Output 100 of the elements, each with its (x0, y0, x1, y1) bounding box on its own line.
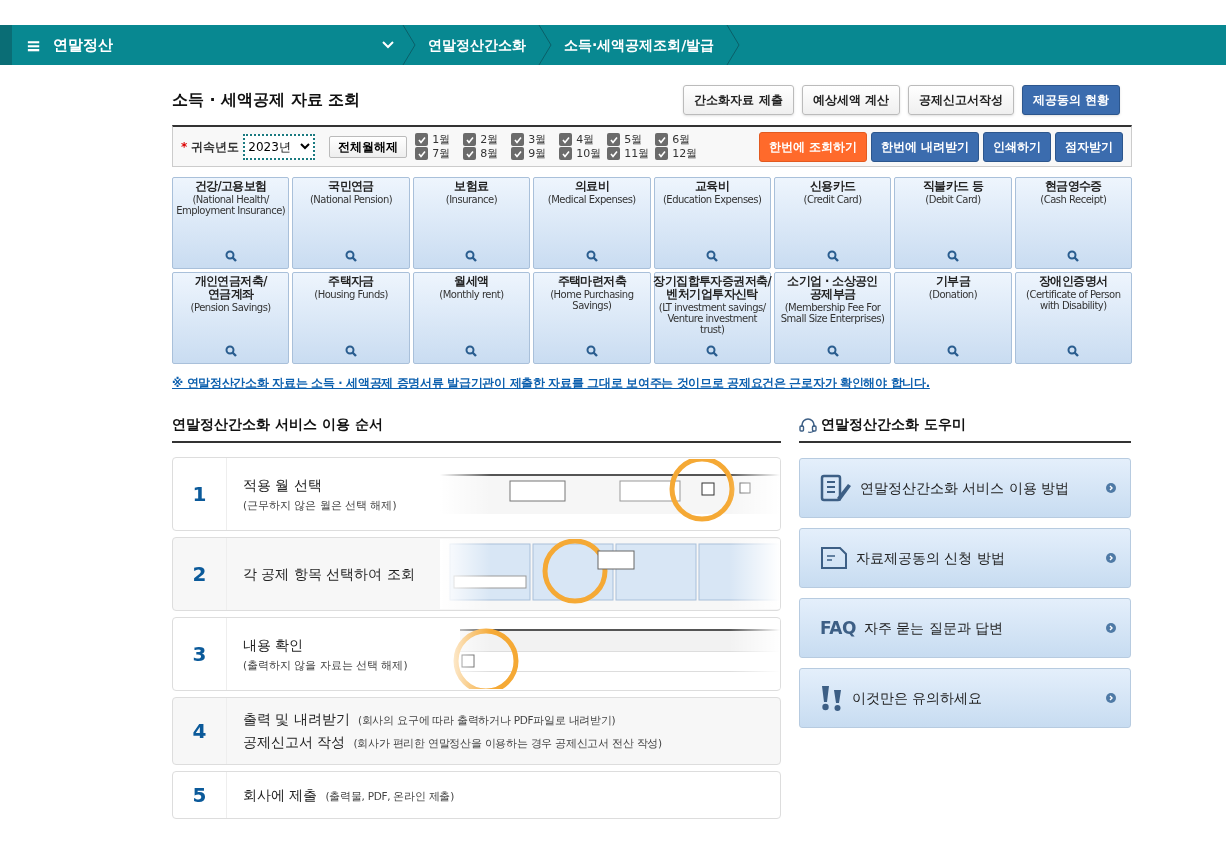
step-title: 출력 및 내려받기 (243, 710, 350, 730)
month-label: 2월 (480, 134, 499, 145)
required-mark: * (181, 138, 188, 156)
step-title: 각 공제 항목 선택하여 조회 (243, 564, 415, 584)
category-tile[interactable]: 현금영수증 (Cash Receipt) (1014, 177, 1132, 269)
breadcrumb-link[interactable]: 소득·세액공제조회/발급 (552, 34, 727, 56)
step-note: (회사가 편리한 연말정산을 이용하는 경우 공제신고서 전산 작성) (353, 736, 662, 752)
document-icon (820, 546, 848, 571)
action-button[interactable]: 예상세액 계산 (801, 85, 900, 115)
search-icon (946, 345, 959, 357)
search-icon (465, 250, 478, 262)
search-icon (826, 345, 839, 357)
help-button[interactable]: 이것만은 유의하세요 (799, 668, 1131, 729)
action-button[interactable]: 한번에 내려받기 (870, 131, 979, 162)
step-number: 3 (173, 618, 227, 691)
action-button[interactable]: 점자받기 (1055, 131, 1123, 162)
checkbox[interactable] (655, 147, 669, 160)
category-tile[interactable]: 소기업 · 소상공인 공제부금 (Membership Fee For Small Size Enterprises) (773, 272, 892, 364)
category-tile[interactable]: 보험료 (Insurance) (412, 177, 531, 269)
checkbox[interactable] (415, 147, 429, 160)
chevron-down-icon[interactable] (382, 41, 394, 49)
month-label: 7월 (432, 148, 451, 159)
step-number: 2 (173, 538, 227, 611)
category-tile[interactable]: 월세액 (Monthly rent) (412, 272, 531, 364)
month-label: 11월 (624, 148, 650, 159)
help-button[interactable]: 연말정산간소화 서비스 이용 방법 (799, 458, 1131, 519)
category-tile[interactable]: 국민연금 (National Pension) (292, 177, 410, 269)
checkbox[interactable] (463, 133, 477, 146)
category-tile[interactable]: 건강/고용보험 (National Health/ Employment Insurance) (172, 177, 290, 269)
checkbox[interactable] (463, 147, 477, 160)
month-label: 10월 (576, 148, 602, 159)
month-label: 3월 (528, 134, 547, 145)
category-tile[interactable]: 개인연금저축/ 연금계좌 (Pension Savings) (172, 272, 290, 364)
step-title: 공제신고서 작성 (243, 733, 346, 753)
search-icon (585, 345, 598, 357)
checkbox[interactable] (607, 133, 621, 146)
step-number: 4 (173, 698, 227, 765)
help-button[interactable]: FAQ 자주 묻는 질문과 답변 (799, 598, 1131, 659)
year-label: 귀속년도 (191, 138, 240, 156)
clear-months-button[interactable]: 전체월해제 (329, 135, 408, 158)
search-icon (1067, 250, 1080, 262)
arrow-icon (1106, 623, 1116, 634)
arrow-icon (1106, 693, 1116, 704)
search-icon (345, 250, 358, 262)
category-tile[interactable]: 의료비 (Medical Expenses) (533, 177, 651, 269)
action-button[interactable]: 간소화자료 제출 (683, 85, 794, 115)
checkbox[interactable] (415, 133, 429, 146)
nav-title[interactable]: 연말정산 (53, 33, 382, 57)
step-note: (회사의 요구에 따라 출력하거나 PDF파일로 내려받기) (357, 713, 616, 729)
search-icon (1067, 345, 1080, 357)
search-icon (224, 250, 237, 262)
category-tile[interactable]: 교육비 (Education Expenses) (653, 177, 771, 269)
page-title: 소득 · 세액공제 자료 조회 (172, 89, 361, 111)
document-pencil-icon (820, 474, 852, 503)
headset-icon (799, 416, 817, 433)
search-icon (465, 345, 478, 357)
checkbox[interactable] (511, 147, 525, 160)
step-number: 5 (173, 772, 227, 819)
checkbox[interactable] (655, 133, 669, 146)
category-tile[interactable]: 장기집합투자증권저축/ 벤처기업투자신탁 (LT investment savings/ Venture investment trust) (653, 272, 771, 364)
search-icon (946, 250, 959, 262)
arrow-icon (1106, 483, 1116, 494)
year-select[interactable]: 2023년 (243, 133, 316, 160)
month-label: 9월 (528, 148, 547, 159)
category-tile[interactable]: 주택자금 (Housing Funds) (292, 272, 410, 364)
faq-label: FAQ (820, 616, 856, 640)
action-button[interactable]: 인쇄하기 (983, 131, 1051, 162)
category-tile[interactable]: 기부금 (Donation) (894, 272, 1012, 364)
notice-link[interactable]: ※ 연말정산간소화 자료는 소득 · 세액공제 증명서류 발급기관이 제출한 자료를 그대로 보여주는 것이므로 공제요건은 근로자가 확인해야 합니다. (172, 375, 1132, 393)
category-tile[interactable]: 주택마련저축 (Home Purchasing Savings) (533, 272, 651, 364)
search-icon (585, 250, 598, 262)
checkbox[interactable] (511, 133, 525, 146)
step-title: 회사에 제출 (243, 785, 318, 805)
menu-icon[interactable]: ≡ (26, 31, 42, 59)
chevron-icon (726, 25, 741, 65)
step-note: (근무하지 않은 월은 선택 해제) (243, 497, 398, 513)
month-label: 8월 (480, 148, 499, 159)
help-button[interactable]: 자료제공동의 신청 방법 (799, 528, 1131, 589)
section-title: 연말정산간소화 서비스 이용 순서 (172, 414, 781, 444)
category-tile[interactable]: 신용카드 (Credit Card) (773, 177, 892, 269)
search-icon (345, 345, 358, 357)
chevron-icon (538, 25, 552, 65)
month-label: 12월 (672, 148, 698, 159)
search-icon (706, 345, 719, 357)
exclamation-icon (820, 684, 844, 713)
arrow-icon (1106, 553, 1116, 564)
step-note: (출력하지 않을 자료는 선택 해제) (243, 657, 409, 673)
checkbox[interactable] (559, 133, 573, 146)
category-tile[interactable]: 직불카드 등 (Debit Card) (894, 177, 1012, 269)
search-icon (706, 250, 719, 262)
checkbox[interactable] (607, 147, 621, 160)
category-tile[interactable]: 장애인증명서 (Certificate of Person with Disability) (1014, 272, 1132, 364)
action-button[interactable]: 공제신고서작성 (907, 85, 1014, 115)
breadcrumb-link[interactable]: 연말정산간소화 (416, 34, 538, 56)
step-title: 적용 월 선택 (243, 475, 322, 495)
chevron-down-icon (300, 143, 311, 150)
action-button[interactable]: 제공동의 현황 (1021, 85, 1120, 115)
checkbox[interactable] (559, 147, 573, 160)
step-number: 1 (173, 458, 227, 531)
nav-accent-bar (0, 25, 12, 65)
